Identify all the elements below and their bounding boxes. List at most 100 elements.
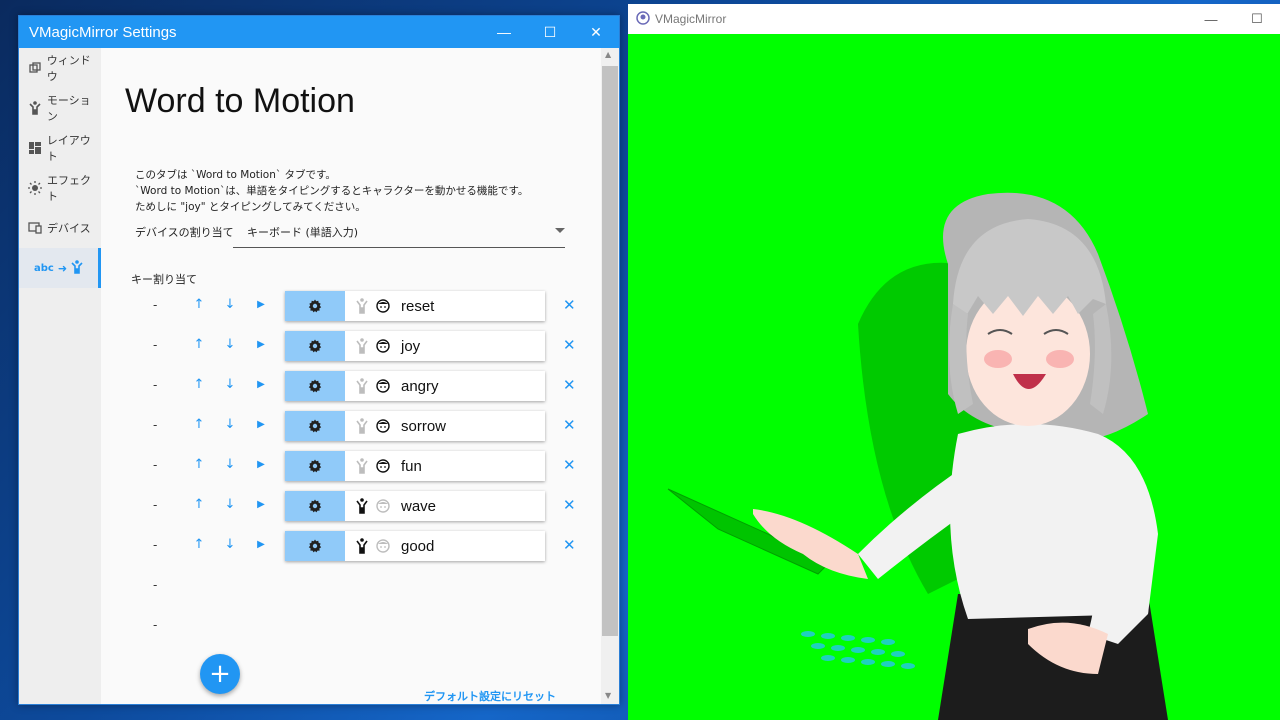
move-down-icon[interactable]: ↓ — [223, 497, 237, 512]
vmm-window: VMagicMirror — ☐ — [628, 4, 1280, 720]
sidebar-item-layout[interactable]: レイアウト — [19, 128, 101, 168]
row-dash: - — [153, 338, 158, 352]
sidebar-item-motion[interactable]: モーション — [19, 88, 101, 128]
word-card[interactable]: good — [285, 531, 545, 561]
word-label: angry — [401, 377, 439, 395]
move-up-icon[interactable]: ↑ — [192, 377, 206, 392]
close-button[interactable]: ✕ — [573, 16, 619, 48]
device-icon — [28, 221, 42, 235]
face-indicator-icon — [375, 459, 391, 473]
word-label: joy — [401, 337, 421, 355]
play-icon[interactable]: ▶ — [254, 539, 268, 550]
move-down-icon[interactable]: ↓ — [223, 337, 237, 352]
word-row: - ↑ ↓ ▶ fun ✕ — [101, 450, 601, 482]
delete-icon[interactable]: ✕ — [563, 336, 576, 354]
sidebar-item-window[interactable]: ウィンドウ — [19, 48, 101, 88]
gear-icon[interactable] — [285, 531, 345, 561]
move-down-icon[interactable]: ↓ — [223, 537, 237, 552]
window-title: VMagicMirror Settings — [29, 23, 177, 41]
word-card[interactable]: reset — [285, 291, 545, 321]
move-up-icon[interactable]: ↑ — [192, 457, 206, 472]
face-indicator-icon — [375, 299, 391, 313]
description-line: このタブは `Word to Motion` タブです。 — [135, 169, 336, 181]
word-card[interactable]: fun — [285, 451, 545, 481]
device-assign-label: デバイスの割り当て — [135, 226, 234, 239]
play-icon[interactable]: ▶ — [254, 459, 268, 470]
minimize-button[interactable]: — — [481, 16, 527, 48]
play-icon[interactable]: ▶ — [254, 299, 268, 310]
move-up-icon[interactable]: ↑ — [192, 297, 206, 312]
vmm-maximize-button[interactable]: ☐ — [1234, 11, 1280, 27]
move-down-icon[interactable]: ↓ — [223, 457, 237, 472]
face-indicator-icon — [375, 539, 391, 553]
device-select-value: キーボード (単語入力) — [247, 225, 359, 239]
scroll-up-icon[interactable]: ▲ — [605, 50, 611, 59]
reset-default-link[interactable]: デフォルト設定にリセット — [424, 688, 556, 704]
scroll-down-icon[interactable]: ▼ — [605, 691, 611, 700]
delete-icon[interactable]: ✕ — [563, 496, 576, 514]
delete-icon[interactable]: ✕ — [563, 416, 576, 434]
effect-icon — [28, 181, 42, 195]
empty-row: - — [101, 610, 601, 642]
gear-icon[interactable] — [285, 491, 345, 521]
settings-titlebar: VMagicMirror Settings — ☐ ✕ — [19, 16, 619, 48]
word-card[interactable]: joy — [285, 331, 545, 361]
add-button[interactable]: + — [200, 654, 240, 694]
word-row: - ↑ ↓ ▶ sorrow ✕ — [101, 410, 601, 442]
face-indicator-icon — [375, 419, 391, 433]
row-dash: - — [153, 538, 158, 552]
sidebar-item-word-to-motion[interactable]: abc ➜ — [19, 248, 101, 288]
gear-icon[interactable] — [285, 331, 345, 361]
move-up-icon[interactable]: ↑ — [192, 537, 206, 552]
motion-indicator-icon — [355, 498, 369, 514]
sidebar-item-device[interactable]: デバイス — [19, 208, 101, 248]
move-up-icon[interactable]: ↑ — [192, 497, 206, 512]
word-label: sorrow — [401, 417, 447, 435]
gear-icon[interactable] — [285, 371, 345, 401]
word-card[interactable]: wave — [285, 491, 545, 521]
gear-icon[interactable] — [285, 451, 345, 481]
move-up-icon[interactable]: ↑ — [192, 417, 206, 432]
play-icon[interactable]: ▶ — [254, 339, 268, 350]
move-down-icon[interactable]: ↓ — [223, 377, 237, 392]
word-card[interactable]: sorrow — [285, 411, 545, 441]
layout-icon — [28, 141, 42, 155]
sidebar-item-effect[interactable]: エフェクト — [19, 168, 101, 208]
motion-indicator-icon — [355, 418, 369, 434]
word-card[interactable]: angry — [285, 371, 545, 401]
motion-indicator-icon — [355, 378, 369, 394]
sidebar-item-label: エフェクト — [47, 174, 91, 203]
gear-icon[interactable] — [285, 411, 345, 441]
description-line: ためしに "joy" とタイピングしてみてください。 — [135, 201, 366, 213]
scrollbar[interactable]: ▲ ▼ — [601, 48, 619, 704]
move-down-icon[interactable]: ↓ — [223, 297, 237, 312]
play-icon[interactable]: ▶ — [254, 499, 268, 510]
delete-icon[interactable]: ✕ — [563, 296, 576, 314]
app-logo-icon — [636, 10, 650, 28]
row-dash: - — [153, 578, 158, 592]
device-select[interactable]: キーボード (単語入力) — [233, 216, 565, 248]
row-dash: - — [153, 378, 158, 392]
sidebar-item-label: ウィンドウ — [46, 54, 91, 83]
motion-icon — [28, 101, 42, 115]
word-row: - ↑ ↓ ▶ joy ✕ — [101, 330, 601, 362]
vmm-minimize-button[interactable]: — — [1188, 12, 1234, 27]
motion-indicator-icon — [355, 538, 369, 554]
move-down-icon[interactable]: ↓ — [223, 417, 237, 432]
delete-icon[interactable]: ✕ — [563, 456, 576, 474]
delete-icon[interactable]: ✕ — [563, 376, 576, 394]
sidebar-item-label: デバイス — [47, 222, 91, 235]
delete-icon[interactable]: ✕ — [563, 536, 576, 554]
word-row: - ↑ ↓ ▶ reset ✕ — [101, 290, 601, 322]
word-row: - ↑ ↓ ▶ wave ✕ — [101, 490, 601, 522]
play-icon[interactable]: ▶ — [254, 379, 268, 390]
maximize-button[interactable]: ☐ — [527, 16, 573, 48]
gear-icon[interactable] — [285, 291, 345, 321]
scrollbar-thumb[interactable] — [602, 66, 618, 636]
move-up-icon[interactable]: ↑ — [192, 337, 206, 352]
play-icon[interactable]: ▶ — [254, 419, 268, 430]
word-row: - ↑ ↓ ▶ good ✕ — [101, 530, 601, 562]
row-dash: - — [153, 618, 158, 632]
description: このタブは `Word to Motion` タブです。 `Word to Mo… — [135, 167, 528, 215]
face-indicator-icon — [375, 499, 391, 513]
